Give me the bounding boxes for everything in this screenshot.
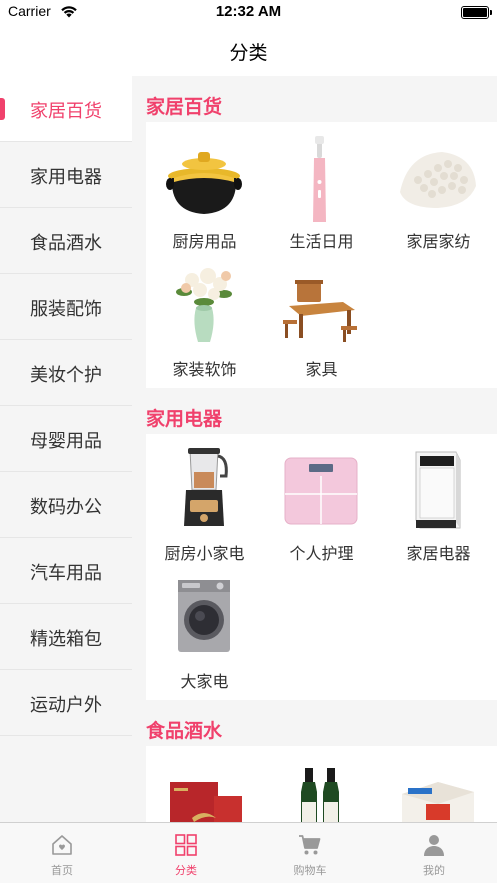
tab-home[interactable]: 首页 bbox=[0, 823, 124, 884]
washing-machine-image bbox=[178, 580, 230, 652]
subcategory-home-textiles[interactable]: 家居家纺 bbox=[380, 126, 497, 254]
section-card-appliances: 厨房小家电 个人护理 家居电器 大家电 bbox=[146, 434, 497, 700]
status-bar: Carrier 12:32 AM bbox=[0, 0, 497, 24]
sidebar-item-baby[interactable]: 母婴用品 bbox=[0, 406, 132, 472]
subcategory-food-item[interactable] bbox=[146, 750, 263, 822]
page-title: 分类 bbox=[229, 42, 268, 64]
sidebar-item-beauty[interactable]: 美妆个护 bbox=[0, 340, 132, 406]
sidebar-item-home-goods[interactable]: 家居百货 bbox=[0, 76, 132, 142]
tab-label: 分类 bbox=[175, 864, 197, 877]
subcategory-food-item[interactable] bbox=[380, 750, 497, 822]
sidebar-item-label: 精选箱包 bbox=[30, 629, 102, 650]
battery-icon bbox=[461, 6, 492, 19]
sidebar-item-label: 家用电器 bbox=[30, 167, 102, 188]
tea-table-image bbox=[283, 280, 357, 342]
subcategory-label: 厨房用品 bbox=[172, 232, 237, 251]
sidebar-item-appliances[interactable]: 家用电器 bbox=[0, 142, 132, 208]
category-grid-icon bbox=[175, 834, 197, 856]
flower-vase-image bbox=[176, 268, 232, 342]
sidebar-item-label: 家居百货 bbox=[30, 101, 102, 122]
sidebar-item-label: 汽车用品 bbox=[30, 563, 102, 584]
section-title: 家用电器 bbox=[146, 408, 223, 430]
section-title: 食品酒水 bbox=[146, 720, 223, 742]
subcategory-daily-use[interactable]: 生活日用 bbox=[263, 126, 380, 254]
home-icon bbox=[52, 835, 72, 855]
tab-profile[interactable]: 我的 bbox=[372, 823, 496, 884]
sidebar-item-label: 美妆个护 bbox=[30, 365, 102, 386]
subcategory-furniture[interactable]: 家具 bbox=[263, 254, 380, 382]
snack-box-image bbox=[402, 782, 474, 822]
nav-bar: 分类 bbox=[0, 24, 497, 76]
oil-bottles-image bbox=[301, 768, 339, 822]
tab-label: 我的 bbox=[423, 864, 445, 877]
sidebar-item-apparel[interactable]: 服装配饰 bbox=[0, 274, 132, 340]
electric-toothbrush-image bbox=[313, 136, 326, 222]
sidebar-item-label: 食品酒水 bbox=[30, 233, 102, 254]
scale-image bbox=[284, 457, 358, 525]
user-icon bbox=[424, 835, 444, 856]
subcategory-soft-decor[interactable]: 家装软饰 bbox=[146, 254, 263, 382]
tab-label: 首页 bbox=[51, 864, 73, 877]
subcategory-label: 家装软饰 bbox=[172, 360, 237, 379]
tab-cart[interactable]: 购物车 bbox=[248, 823, 372, 884]
air-purifier-image bbox=[415, 451, 461, 529]
subcategory-kitchen-appliances[interactable]: 厨房小家电 bbox=[146, 438, 263, 566]
subcategory-label: 生活日用 bbox=[289, 232, 354, 251]
sidebar-item-label: 运动户外 bbox=[30, 695, 102, 716]
sidebar-item-sports[interactable]: 运动户外 bbox=[0, 670, 132, 736]
sidebar-item-label: 母婴用品 bbox=[30, 431, 102, 452]
tab-category[interactable]: 分类 bbox=[124, 823, 248, 884]
section-card-home-goods: 厨房用品 生活日用 家居家纺 家装软饰 家具 bbox=[146, 122, 497, 388]
section-title: 家居百货 bbox=[146, 96, 223, 118]
sidebar-item-food-drinks[interactable]: 食品酒水 bbox=[0, 208, 132, 274]
subcategory-label: 个人护理 bbox=[289, 544, 354, 563]
clay-pot-image bbox=[166, 152, 242, 214]
status-time: 12:32 AM bbox=[215, 3, 282, 20]
subcategory-kitchen[interactable]: 厨房用品 bbox=[146, 126, 263, 254]
section-card-food-drinks bbox=[146, 746, 497, 822]
cart-icon bbox=[299, 835, 321, 855]
blender-image bbox=[184, 448, 228, 526]
subcategory-large-appliances[interactable]: 大家电 bbox=[146, 566, 263, 694]
tab-bar: 首页 分类 购物车 我的 bbox=[0, 822, 497, 883]
sidebar-item-auto[interactable]: 汽车用品 bbox=[0, 538, 132, 604]
sidebar-item-label: 数码办公 bbox=[30, 497, 102, 518]
subcategory-label: 家居电器 bbox=[406, 544, 471, 563]
sidebar-item-bags[interactable]: 精选箱包 bbox=[0, 604, 132, 670]
subcategory-label: 大家电 bbox=[180, 672, 229, 691]
subcategory-label: 家居家纺 bbox=[406, 232, 471, 251]
gift-box-image bbox=[170, 782, 242, 822]
subcategory-home-appliances[interactable]: 家居电器 bbox=[380, 438, 497, 566]
tab-label: 购物车 bbox=[293, 864, 327, 877]
subcategory-personal-care[interactable]: 个人护理 bbox=[263, 438, 380, 566]
latex-pillow-image bbox=[400, 152, 476, 208]
category-content[interactable]: 家居百货 厨房用品 生活日用 家居家纺 家装软饰 家具 家用电器 厨房小家电 个… bbox=[132, 76, 497, 822]
subcategory-food-item[interactable] bbox=[263, 750, 380, 822]
sidebar-item-label: 服装配饰 bbox=[30, 299, 102, 320]
subcategory-label: 厨房小家电 bbox=[164, 544, 245, 563]
category-sidebar: 家居百货 家用电器 食品酒水 服装配饰 美妆个护 母婴用品 数码办公 汽车用品 … bbox=[0, 76, 132, 822]
subcategory-label: 家具 bbox=[305, 360, 338, 379]
sidebar-item-digital[interactable]: 数码办公 bbox=[0, 472, 132, 538]
